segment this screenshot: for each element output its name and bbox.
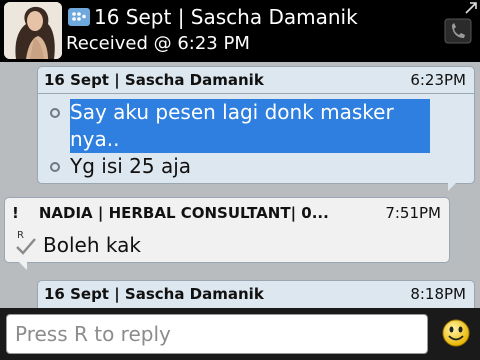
selected-text[interactable]: Say aku pesen lagi donk masker nya.. bbox=[70, 99, 430, 153]
message-sender: NADIA | HERBAL CONSULTANT| 0... bbox=[38, 204, 329, 222]
contact-avatar[interactable] bbox=[4, 2, 62, 59]
smiley-icon[interactable] bbox=[441, 318, 471, 348]
contact-name: 16 Sept | Sascha Damanik bbox=[94, 5, 358, 29]
message-bubble[interactable]: ! NADIA | HERBAL CONSULTANT| 0... 7:51PM… bbox=[4, 197, 450, 270]
expand-icon[interactable] bbox=[464, 1, 478, 15]
message-sender: 16 Sept | Sascha Damanik bbox=[44, 285, 264, 303]
reply-input[interactable]: Press R to reply bbox=[6, 314, 428, 354]
message-status: Received @ 6:23 PM bbox=[66, 33, 250, 54]
message-time: 8:18PM bbox=[410, 285, 466, 303]
priority-mark: ! bbox=[12, 204, 19, 222]
message-text[interactable]: R Boleh kak bbox=[15, 230, 141, 259]
message-text[interactable]: Say aku pesen lagi donk masker nya.. bbox=[50, 99, 450, 153]
message-sender: 16 Sept | Sascha Damanik bbox=[44, 71, 264, 89]
bbm-icon bbox=[68, 8, 90, 26]
bullet-icon bbox=[50, 162, 60, 172]
checkmark-icon: R bbox=[15, 230, 37, 256]
conversation-title: 16 Sept | Sascha Damanik bbox=[68, 4, 358, 30]
message-time: 6:23PM bbox=[410, 71, 466, 89]
avatar-image bbox=[4, 2, 62, 59]
bullet-icon bbox=[50, 108, 60, 118]
message-text[interactable]: Yg isi 25 aja bbox=[50, 153, 191, 180]
message-bubble[interactable]: 16 Sept | Sascha Damanik 6:23PM Say aku … bbox=[37, 66, 475, 191]
reply-bar: Press R to reply bbox=[0, 308, 480, 360]
message-time: 7:51PM bbox=[385, 204, 441, 222]
conversation-header: 16 Sept | Sascha Damanik Received @ 6:23… bbox=[0, 0, 480, 62]
phone-icon[interactable] bbox=[444, 18, 472, 44]
